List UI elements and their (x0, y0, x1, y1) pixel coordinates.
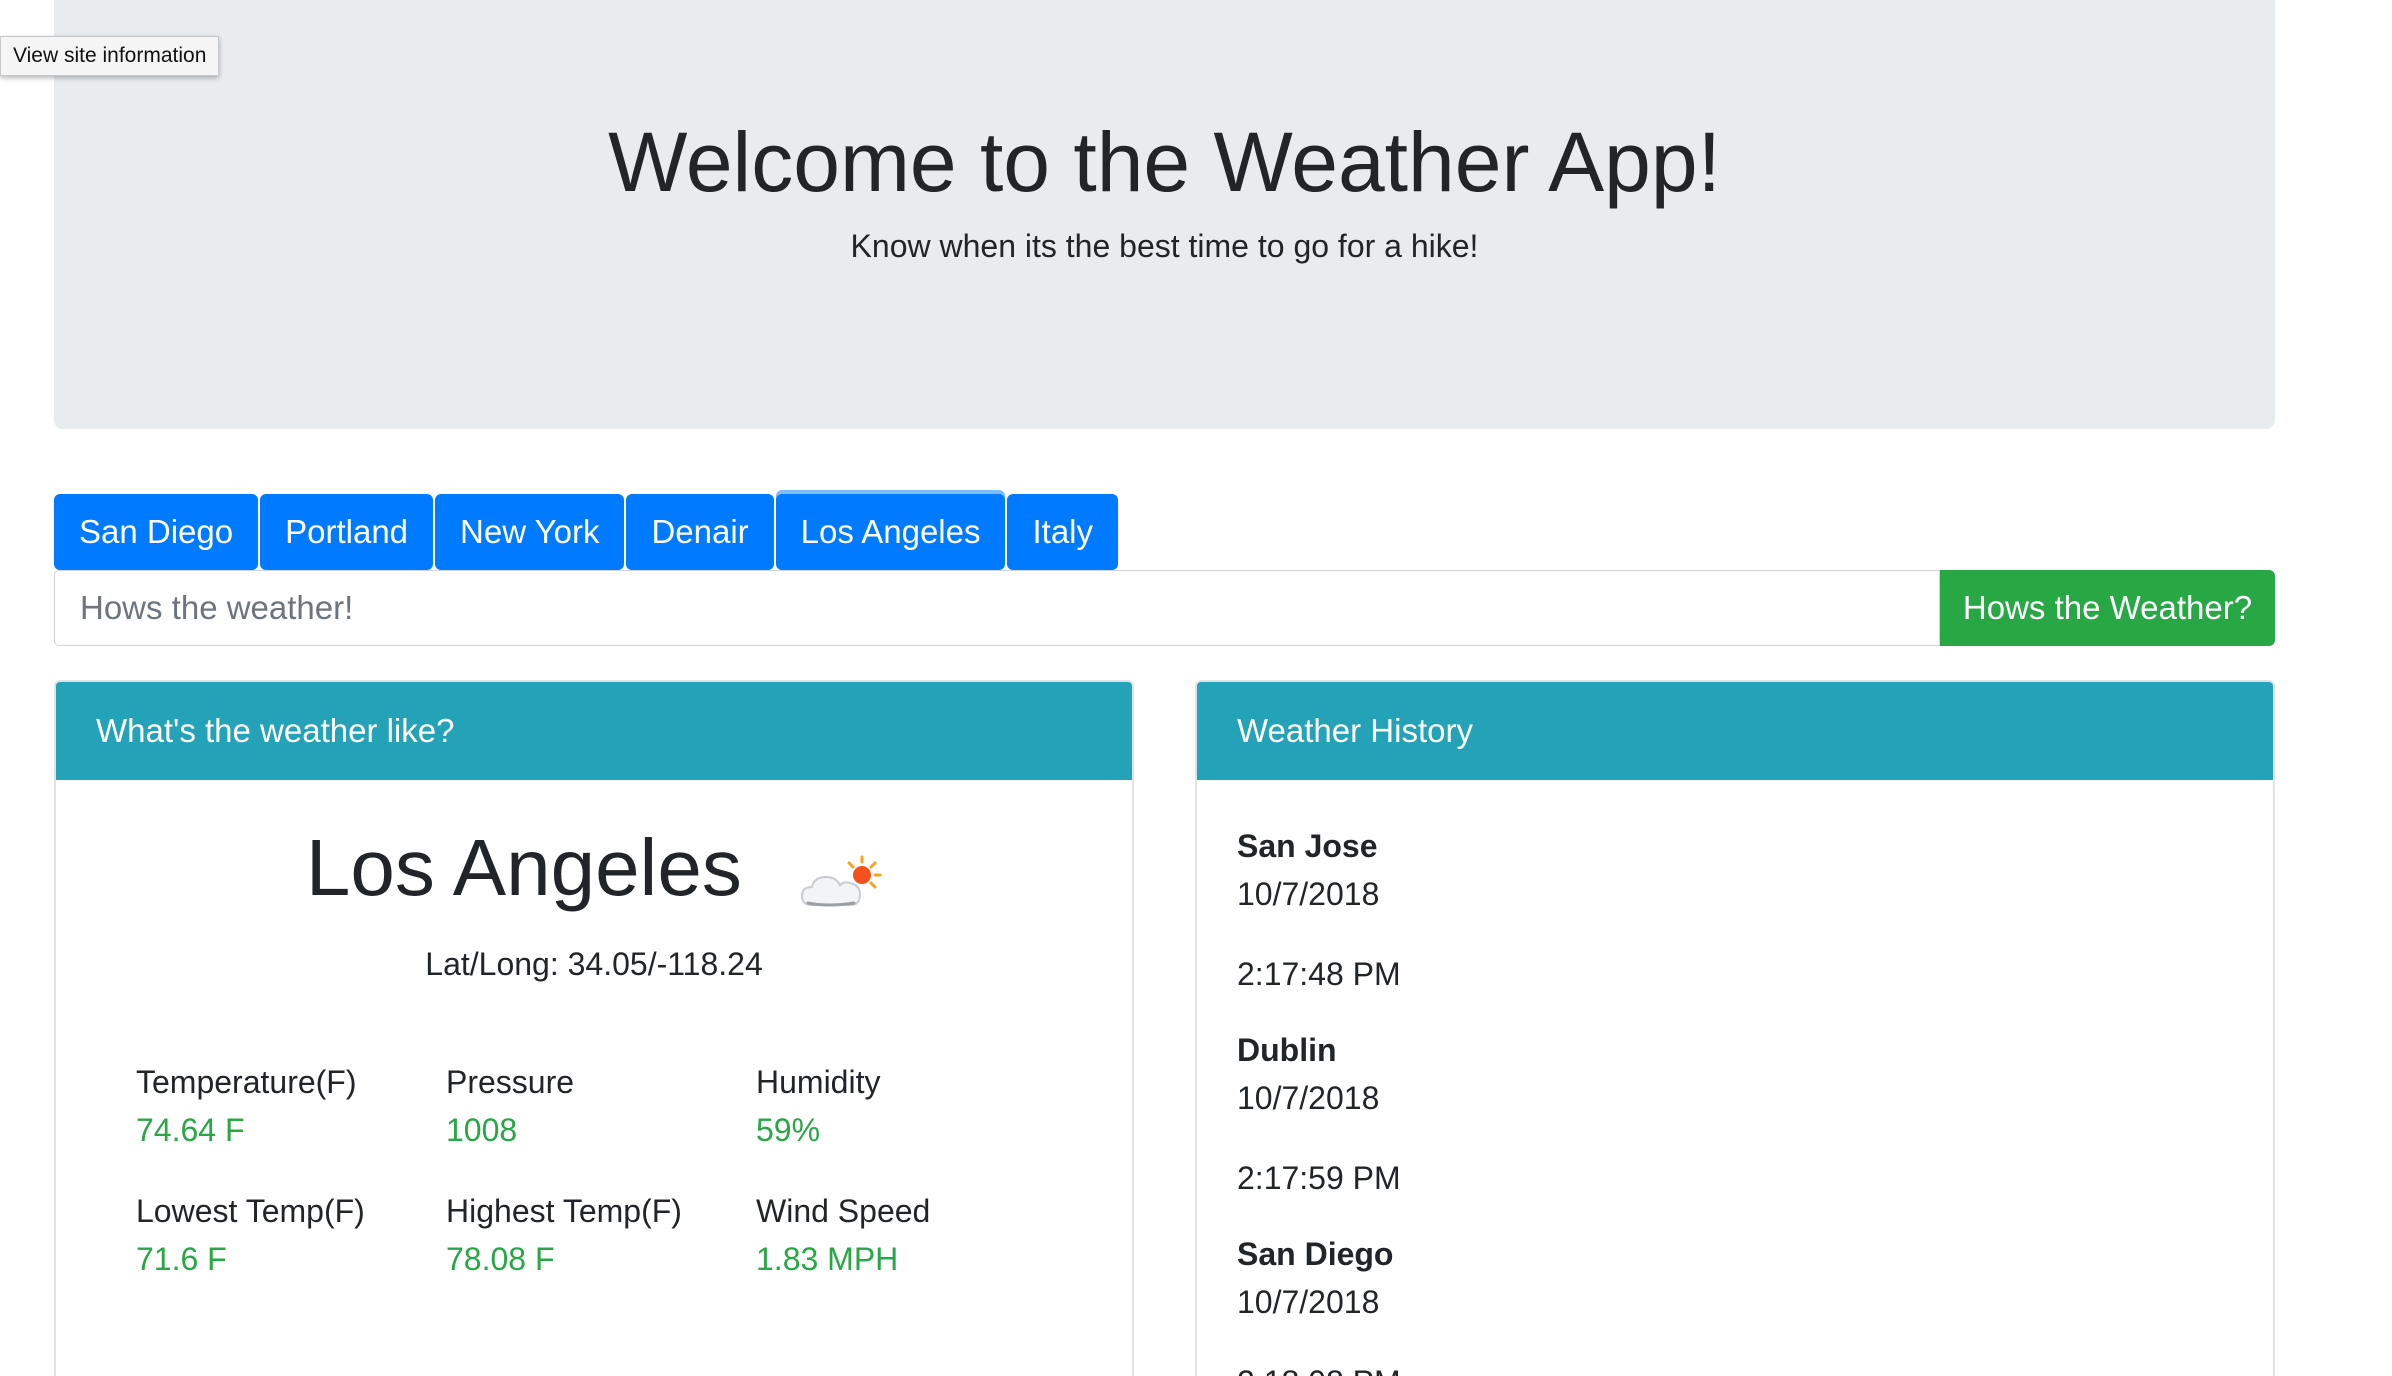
stat-value: 71.6 F (136, 1241, 227, 1277)
search-input[interactable] (54, 570, 1940, 646)
stat-label: Humidity (756, 1064, 881, 1100)
history-time: 2:17:48 PM (1237, 956, 1401, 992)
history-time: 2:18:08 PM (1237, 1358, 2233, 1376)
page-title: Welcome to the Weather App! (608, 115, 1721, 209)
stat-label: Lowest Temp(F) (136, 1193, 365, 1229)
stat-humidity: Humidity 59% (756, 1058, 1056, 1154)
stat-value: 74.64 F (136, 1112, 245, 1148)
stat-label: Wind Speed (756, 1193, 931, 1229)
history-card: Weather History San Jose 10/7/2018 2:17:… (1195, 680, 2275, 1376)
stat-label: Pressure (446, 1064, 575, 1100)
city-name: Los Angeles (305, 823, 742, 912)
history-time: 2:17:59 PM (1237, 1160, 1401, 1196)
lat-long: Lat/Long: 34.05/-118.24 (425, 946, 763, 982)
history-city: Dublin (1237, 1032, 1337, 1068)
history-city: San Jose (1237, 828, 1378, 864)
stat-label: Highest Temp(F) (446, 1193, 682, 1229)
stat-value: 1008 (446, 1112, 518, 1148)
history-card-header: Weather History (1197, 682, 2273, 780)
tab-san-diego[interactable]: San Diego (54, 494, 259, 570)
tab-denair[interactable]: Denair (626, 494, 774, 570)
history-list: San Jose 10/7/2018 2:17:48 PM Dublin 10/… (1237, 822, 2233, 1376)
weather-app-page: View site information Welcome to the Wea… (0, 0, 2392, 1376)
stat-label: Temperature(F) (136, 1064, 357, 1100)
tab-italy[interactable]: Italy (1007, 494, 1119, 570)
weather-card: What's the weather like? Los Angeles Lat… (54, 680, 1134, 1376)
stat-value: 78.08 F (446, 1241, 555, 1277)
jumbotron: Welcome to the Weather App! Know when it… (54, 0, 2275, 429)
history-city: San Diego (1237, 1236, 1394, 1272)
stat-value: 1.83 MPH (756, 1241, 899, 1277)
city-tabs: San Diego Portland New York Denair Los A… (54, 494, 1119, 570)
stat-pressure: Pressure 1008 (446, 1058, 746, 1154)
tab-portland[interactable]: Portland (260, 494, 434, 570)
history-date: 10/7/2018 (1237, 1284, 1380, 1320)
stat-value: 59% (756, 1112, 821, 1148)
history-item: San Jose 10/7/2018 2:17:48 PM (1237, 822, 2233, 998)
history-item: San Diego 10/7/2018 2:18:08 PM (1237, 1230, 2233, 1376)
city-title: Los Angeles (56, 820, 1132, 916)
stat-lowest-temp: Lowest Temp(F) 71.6 F (136, 1187, 436, 1283)
stat-highest-temp: Highest Temp(F) 78.08 F (446, 1187, 746, 1283)
site-info-tooltip: View site information (0, 36, 220, 76)
search-button[interactable]: Hows the Weather? (1940, 570, 2275, 646)
weather-card-header: What's the weather like? (56, 682, 1132, 780)
stat-temperature: Temperature(F) 74.64 F (136, 1058, 436, 1154)
tab-new-york[interactable]: New York (435, 494, 625, 570)
stat-wind-speed: Wind Speed 1.83 MPH (756, 1187, 1056, 1283)
history-date: 10/7/2018 (1237, 1080, 1380, 1116)
page-subtitle: Know when its the best time to go for a … (850, 228, 1479, 264)
tab-los-angeles[interactable]: Los Angeles (775, 494, 1006, 570)
partly-cloudy-icon (798, 838, 882, 907)
history-item: Dublin 10/7/2018 2:17:59 PM (1237, 1026, 2233, 1202)
history-date: 10/7/2018 (1237, 876, 1380, 912)
